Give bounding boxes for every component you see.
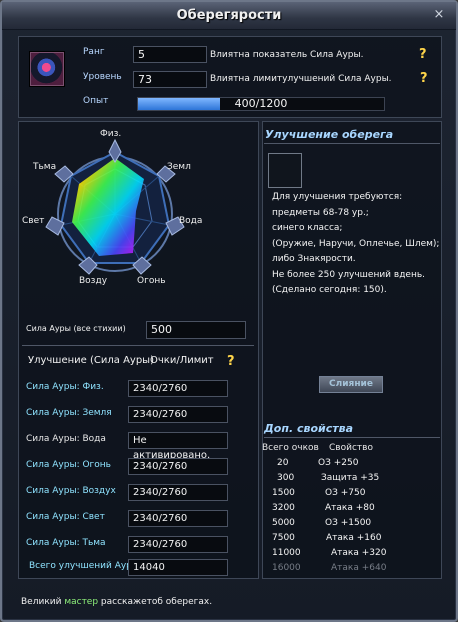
rank-label: Ранг [83, 47, 105, 57]
radar-label-air: Возду [79, 276, 108, 286]
rank-value: 5 [133, 46, 207, 63]
upgrade-item-slot[interactable] [268, 153, 302, 188]
extra-properties-divider [264, 437, 440, 438]
level-description: Влиятна лимитулучшений Сила Ауры. [210, 74, 392, 84]
footer-hint: Великий мастер расскажетоб оберегах. [21, 597, 212, 607]
talisman-icon [30, 52, 64, 86]
all-elements-aura-label: Сила Ауры (все стихии) [26, 324, 126, 333]
close-icon[interactable]: × [432, 8, 446, 22]
experience-bar: 400/1200 [137, 97, 385, 111]
radar-label-dark: Тьма [33, 162, 57, 172]
bonus-points: 1500 [272, 488, 295, 498]
aura-upgrade-label: Сила Ауры: Тьма [26, 538, 106, 548]
window-title: Оберегярости [176, 8, 282, 23]
bonus-points: 300 [277, 473, 295, 483]
points-limit-title: Очки/Лимит [150, 355, 214, 366]
aura-upgrade-label: Сила Ауры: Воздух [26, 486, 116, 496]
all-elements-aura-value: 500 [146, 321, 246, 339]
master-link[interactable]: мастер [64, 597, 98, 607]
bonus-property: Атака +80 [325, 503, 375, 513]
aura-upgrade-value: 2340/2760 [128, 380, 228, 397]
bonus-points: 5000 [272, 518, 295, 528]
radar-label-earth: Земл [167, 162, 191, 172]
upgrade-title-divider [264, 143, 440, 144]
bonus-points: 7500 [272, 533, 295, 543]
aura-upgrade-value: 2340/2760 [128, 536, 228, 553]
aura-upgrade-value: 2340/2760 [128, 484, 228, 501]
bonus-property: Атака +160 [326, 533, 382, 543]
experience-text: 400/1200 [234, 97, 288, 110]
aura-upgrade-label: Сила Ауры: Вода [26, 434, 106, 444]
radar-label-fire: Огонь [137, 276, 166, 286]
property-header: Свойство [329, 443, 373, 453]
bonus-property: ОЗ +1500 [325, 518, 372, 528]
level-label: Уровень [83, 72, 122, 82]
talisman-window: Оберегярости × Ранг 5 Влиятна показатель… [0, 0, 458, 622]
footer-suffix: расскажетоб оберегах. [98, 597, 213, 607]
radar-label-physical: Физ. [100, 129, 122, 139]
rank-description: Влиятна показатель Сила Ауры. [210, 50, 364, 60]
rank-help-icon[interactable]: ? [419, 47, 427, 62]
bonus-property: ОЗ +250 [318, 458, 359, 468]
aura-upgrade-value: Не активировано. [128, 432, 228, 461]
bonus-points: 11000 [272, 548, 301, 558]
aura-upgrade-label: Сила Ауры: Свет [26, 512, 105, 522]
left-panel-divider [22, 345, 254, 346]
extra-properties-title: Доп. свойства [264, 422, 353, 435]
upgrade-requirements: Для улучшения требуются: предметы 68-78 … [272, 192, 440, 295]
bonus-points: 20 [277, 458, 289, 468]
upgrade-help-icon[interactable]: ? [227, 354, 235, 369]
total-points-header: Всего очков [262, 443, 319, 453]
upgrade-title: Улучшение (Сила Ауры) [28, 355, 154, 366]
bonus-property: Атака +640 [331, 563, 387, 573]
merge-button[interactable]: Слияние [319, 376, 383, 393]
radar-label-water: Вода [179, 216, 203, 226]
radar-label-light: Свет [22, 216, 45, 226]
aura-upgrade-value: 2340/2760 [128, 458, 228, 475]
level-help-icon[interactable]: ? [420, 71, 428, 86]
aura-upgrade-label: Всего улучшений Ауры [29, 561, 139, 571]
bonus-points: 16000 [272, 563, 301, 573]
aura-upgrade-value: 2340/2760 [128, 510, 228, 527]
experience-label: Опыт [83, 96, 109, 106]
aura-upgrade-label: Сила Ауры: Огонь [26, 460, 111, 470]
bonus-property: ОЗ +750 [325, 488, 366, 498]
aura-radar-chart [45, 138, 185, 276]
aura-upgrade-label: Сила Ауры: Земля [26, 408, 112, 418]
talisman-summary-panel: Ранг 5 Влиятна показатель Сила Ауры. ? У… [18, 36, 442, 118]
title-bar[interactable]: Оберегярости × [2, 2, 456, 30]
footer-prefix: Великий [21, 597, 65, 607]
aura-upgrade-value: 2340/2760 [128, 406, 228, 423]
bonus-property: Атака +320 [331, 548, 387, 558]
bonus-points: 3200 [272, 503, 295, 513]
talisman-upgrade-title: Улучшение оберега [265, 128, 394, 141]
level-value: 73 [133, 71, 207, 88]
bonus-property: Защита +35 [321, 473, 380, 483]
aura-upgrade-value: 14040 [128, 559, 228, 576]
aura-upgrade-label: Сила Ауры: Физ. [26, 382, 104, 392]
